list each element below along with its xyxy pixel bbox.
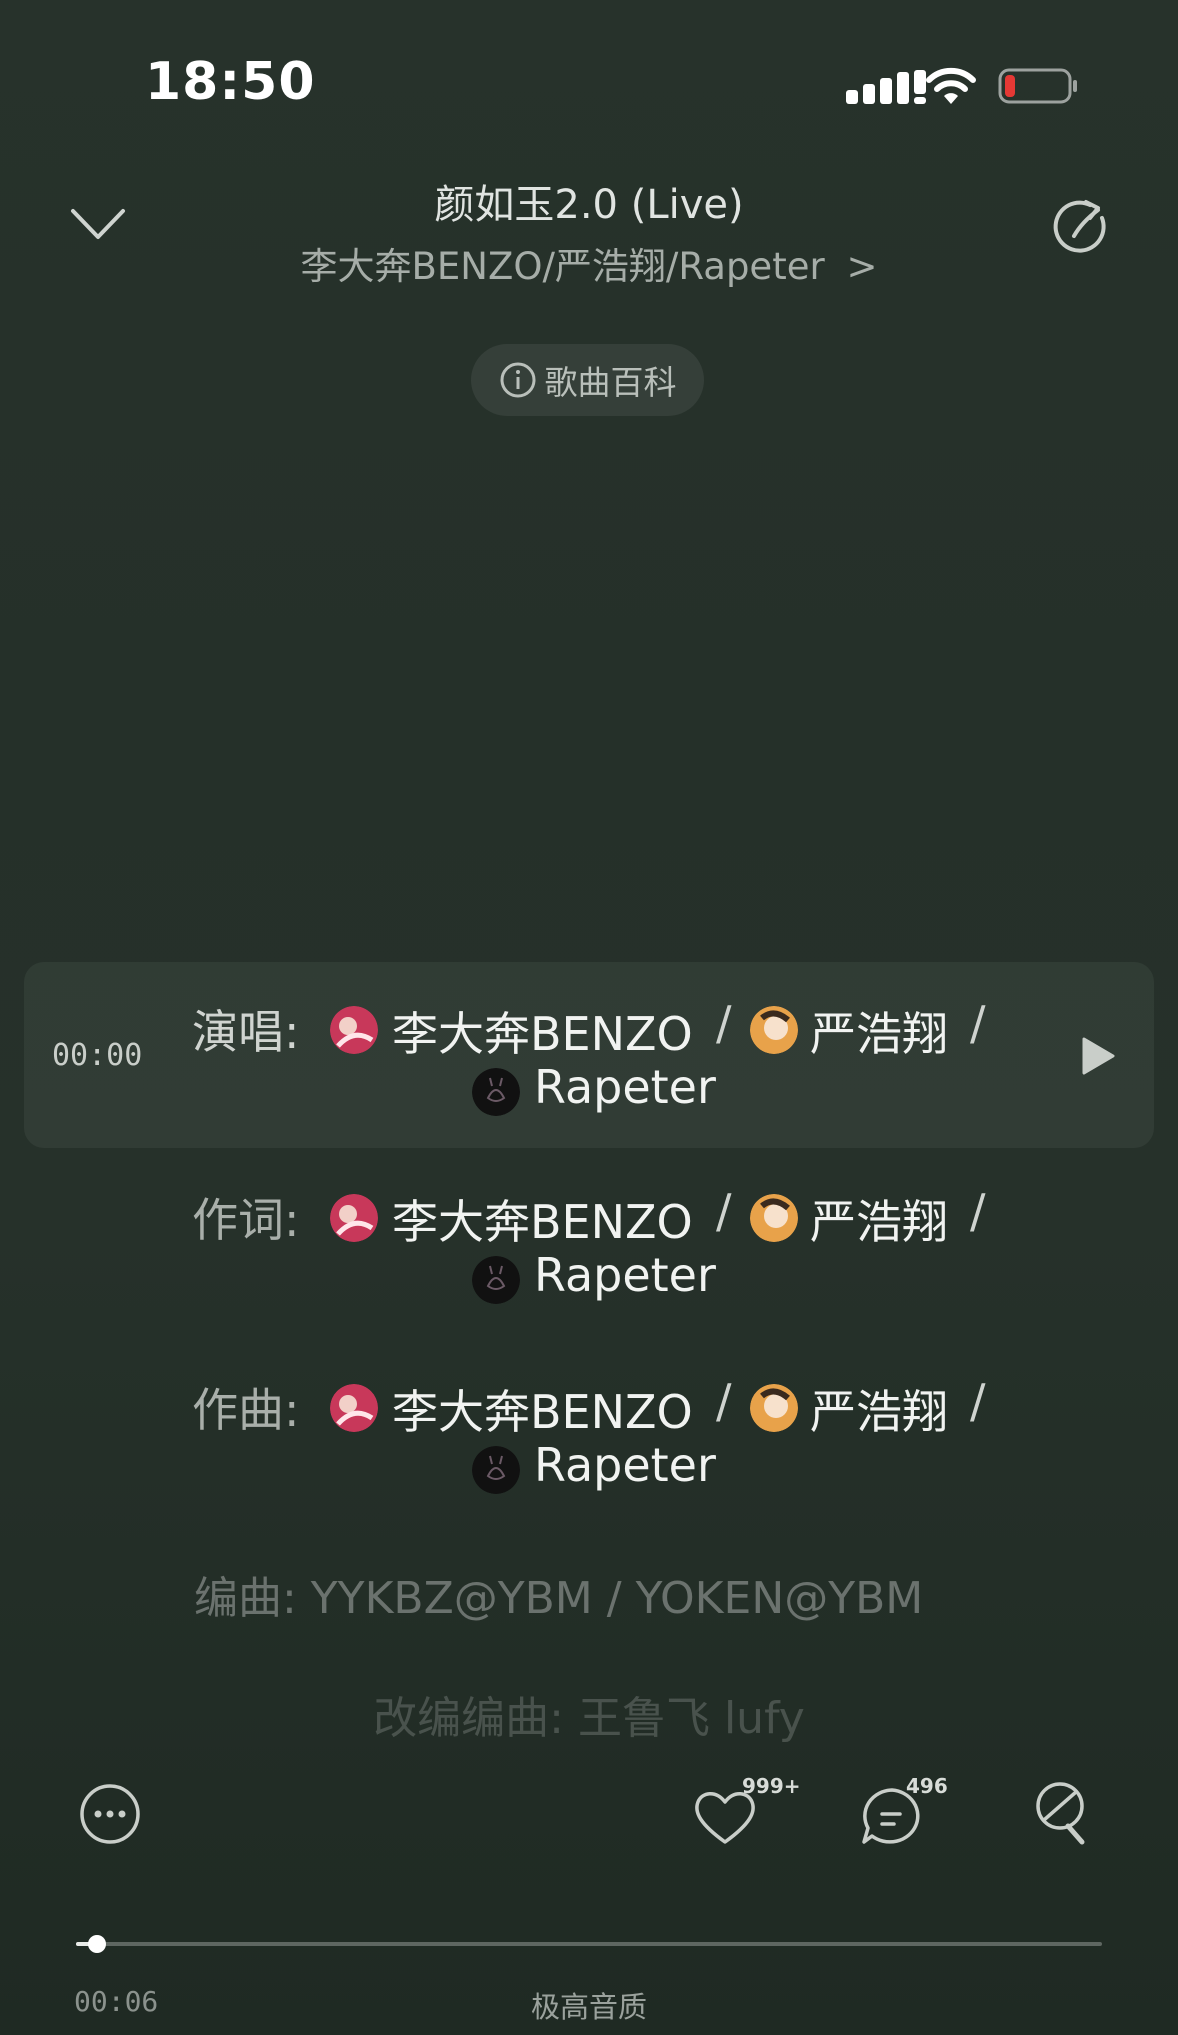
progress-track[interactable] [76,1942,1102,1946]
credit-arrangement: 编曲: YYKBZ@YBM / YOKEN@YBM [194,1573,924,1624]
share-icon[interactable] [1052,196,1116,260]
avatar-rapeter[interactable] [472,1068,520,1116]
audio-quality-button[interactable]: 极高音质 [0,1984,1178,2026]
credit-label-lyrics: 作词: [192,1193,300,1247]
credit-label-vocals: 演唱: [192,1005,300,1059]
artist-rapeter[interactable]: Rapeter [534,1248,716,1302]
like-count: 999+ [742,1774,801,1798]
avatar-benzo[interactable] [330,1194,378,1242]
line-timestamp: 00:00 [52,1038,143,1073]
comment-count: 496 [906,1774,948,1798]
avatar-yan[interactable] [750,1194,798,1242]
artist-benzo[interactable]: 李大奔BENZO [392,1376,693,1442]
separator: / [716,1374,732,1428]
separator: / [970,996,986,1050]
karaoke-mic-icon[interactable] [1030,1780,1096,1850]
artist-names: 李大奔BENZO/严浩翔/Rapeter [300,245,825,288]
avatar-benzo[interactable] [330,1384,378,1432]
more-options-icon[interactable] [78,1782,142,1846]
song-wiki-button[interactable]: 歌曲百科 [471,344,704,416]
artist-yan[interactable]: 严浩翔 [810,998,948,1064]
play-from-line-icon[interactable] [1080,1036,1116,1076]
avatar-rapeter[interactable] [472,1446,520,1494]
credit-label-composer: 作曲: [192,1383,300,1437]
progress-thumb[interactable] [87,1935,106,1953]
artist-benzo[interactable]: 李大奔BENZO [392,998,693,1064]
artist-rapeter[interactable]: Rapeter [534,1438,716,1492]
wiki-label: 歌曲百科 [544,363,677,402]
status-time: 18:50 [145,52,316,112]
info-icon [500,362,535,398]
separator: / [716,996,732,1050]
artist-rapeter[interactable]: Rapeter [534,1060,716,1114]
credit-adaptation: 改编编曲: 王鲁飞 lufy [373,1693,805,1744]
artist-yan[interactable]: 严浩翔 [810,1186,948,1252]
avatar-benzo[interactable] [330,1006,378,1054]
separator: / [970,1374,986,1428]
song-title: 颜如玉2.0 (Live) [434,182,744,228]
separator: / [716,1184,732,1238]
artist-link[interactable]: 李大奔BENZO/严浩翔/Rapeter > [0,236,1178,290]
artist-yan[interactable]: 严浩翔 [810,1376,948,1442]
artist-chevron-icon: > [846,245,878,288]
avatar-rapeter[interactable] [472,1256,520,1304]
wifi-icon [926,67,976,104]
separator: / [970,1184,986,1238]
avatar-yan[interactable] [750,1384,798,1432]
battery-icon [998,68,1077,104]
artist-benzo[interactable]: 李大奔BENZO [392,1186,693,1252]
avatar-yan[interactable] [750,1006,798,1054]
